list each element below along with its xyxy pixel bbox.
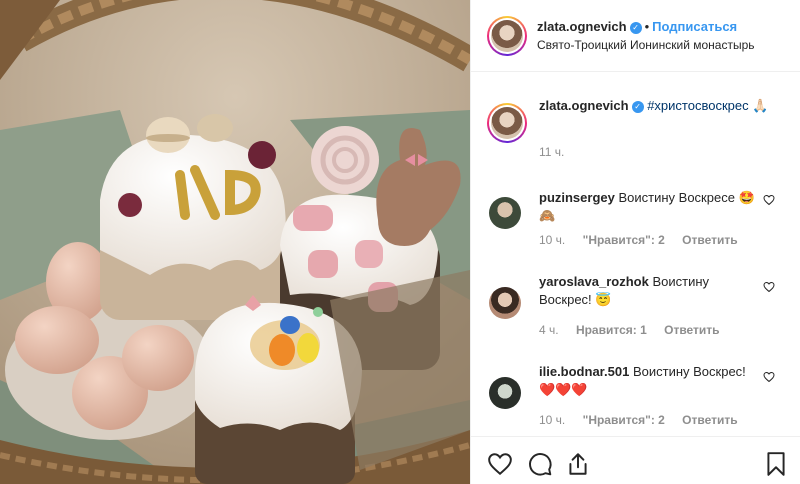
action-bar [471,436,800,484]
comment-text: yaroslava_rozhok Воистину Воскрес! 😇 [539,273,754,309]
comment-likes[interactable]: "Нравится": 2 [583,233,665,247]
verified-badge-icon: ✓ [629,22,642,34]
post-photo[interactable] [0,0,470,484]
heart-icon[interactable] [487,451,513,477]
author-avatar[interactable] [487,16,527,56]
caption-avatar[interactable] [487,103,527,143]
caption-username[interactable]: zlata.ognevich [539,98,629,113]
follow-button[interactable]: Подписаться [652,19,737,34]
commenter-avatar[interactable] [489,197,521,229]
comment-text: puzinsergey Воистину Воскресе 🤩🙈 [539,189,759,225]
comment-like-heart-icon[interactable] [763,281,775,293]
comment-likes[interactable]: Нравится: 1 [576,323,647,337]
post-details-panel: zlata.ognevich ✓ • Подписаться Свято-Троицк… [470,0,800,484]
comment-icon[interactable] [527,451,553,477]
comment-like-heart-icon[interactable] [763,371,775,383]
comment-meta: 10 ч. "Нравится": 2 Ответить [539,233,752,247]
commenter-avatar[interactable] [489,377,521,409]
commenter-avatar[interactable] [489,287,521,319]
header-author-line: zlata.ognevich ✓ • Подписаться [537,19,737,34]
comment-username[interactable]: ilie.bodnar.501 [539,364,629,379]
reply-button[interactable]: Ответить [682,233,737,247]
post-location[interactable]: Свято-Троицкий Ионинский монастырь [537,38,755,52]
comment-username[interactable]: puzinsergey [539,190,615,205]
reply-button[interactable]: Ответить [682,413,737,427]
comment-time[interactable]: 10 ч. [539,413,565,427]
comment-time[interactable]: 4 ч. [539,323,559,337]
pray-emoji: 🙏🏻 [752,98,769,113]
comment-like-heart-icon[interactable] [763,194,775,206]
reply-button[interactable]: Ответить [664,323,719,337]
author-username[interactable]: zlata.ognevich [537,19,627,34]
comment-username[interactable]: yaroslava_rozhok [539,274,649,289]
bookmark-icon[interactable] [763,451,789,477]
caption-time[interactable]: 11 ч. [539,145,564,159]
easter-basket-image [0,0,470,484]
separator-dot: • [644,19,650,34]
comment-meta: 10 ч. "Нравится": 2 Ответить [539,413,752,427]
comment-text: ilie.bodnar.501 Воистину Воскрес! ❤️❤️❤️ [539,363,754,399]
comment-time[interactable]: 10 ч. [539,233,565,247]
comment-meta: 4 ч. Нравится: 1 Ответить [539,323,734,337]
share-icon[interactable] [565,451,591,477]
post-header: zlata.ognevich ✓ • Подписаться Свято-Троицк… [471,0,800,72]
caption-hashtag[interactable]: #христосвоскрес [647,98,748,113]
caption-meta: 11 ч. [539,145,578,159]
verified-badge-icon: ✓ [631,101,644,113]
comment-likes[interactable]: "Нравится": 2 [583,413,665,427]
comments-list[interactable]: zlata.ognevich ✓ #христосвоскрес 🙏🏻 11 ч.… [471,73,800,435]
caption-text: zlata.ognevich ✓ #христосвоскрес 🙏🏻 [539,97,779,115]
